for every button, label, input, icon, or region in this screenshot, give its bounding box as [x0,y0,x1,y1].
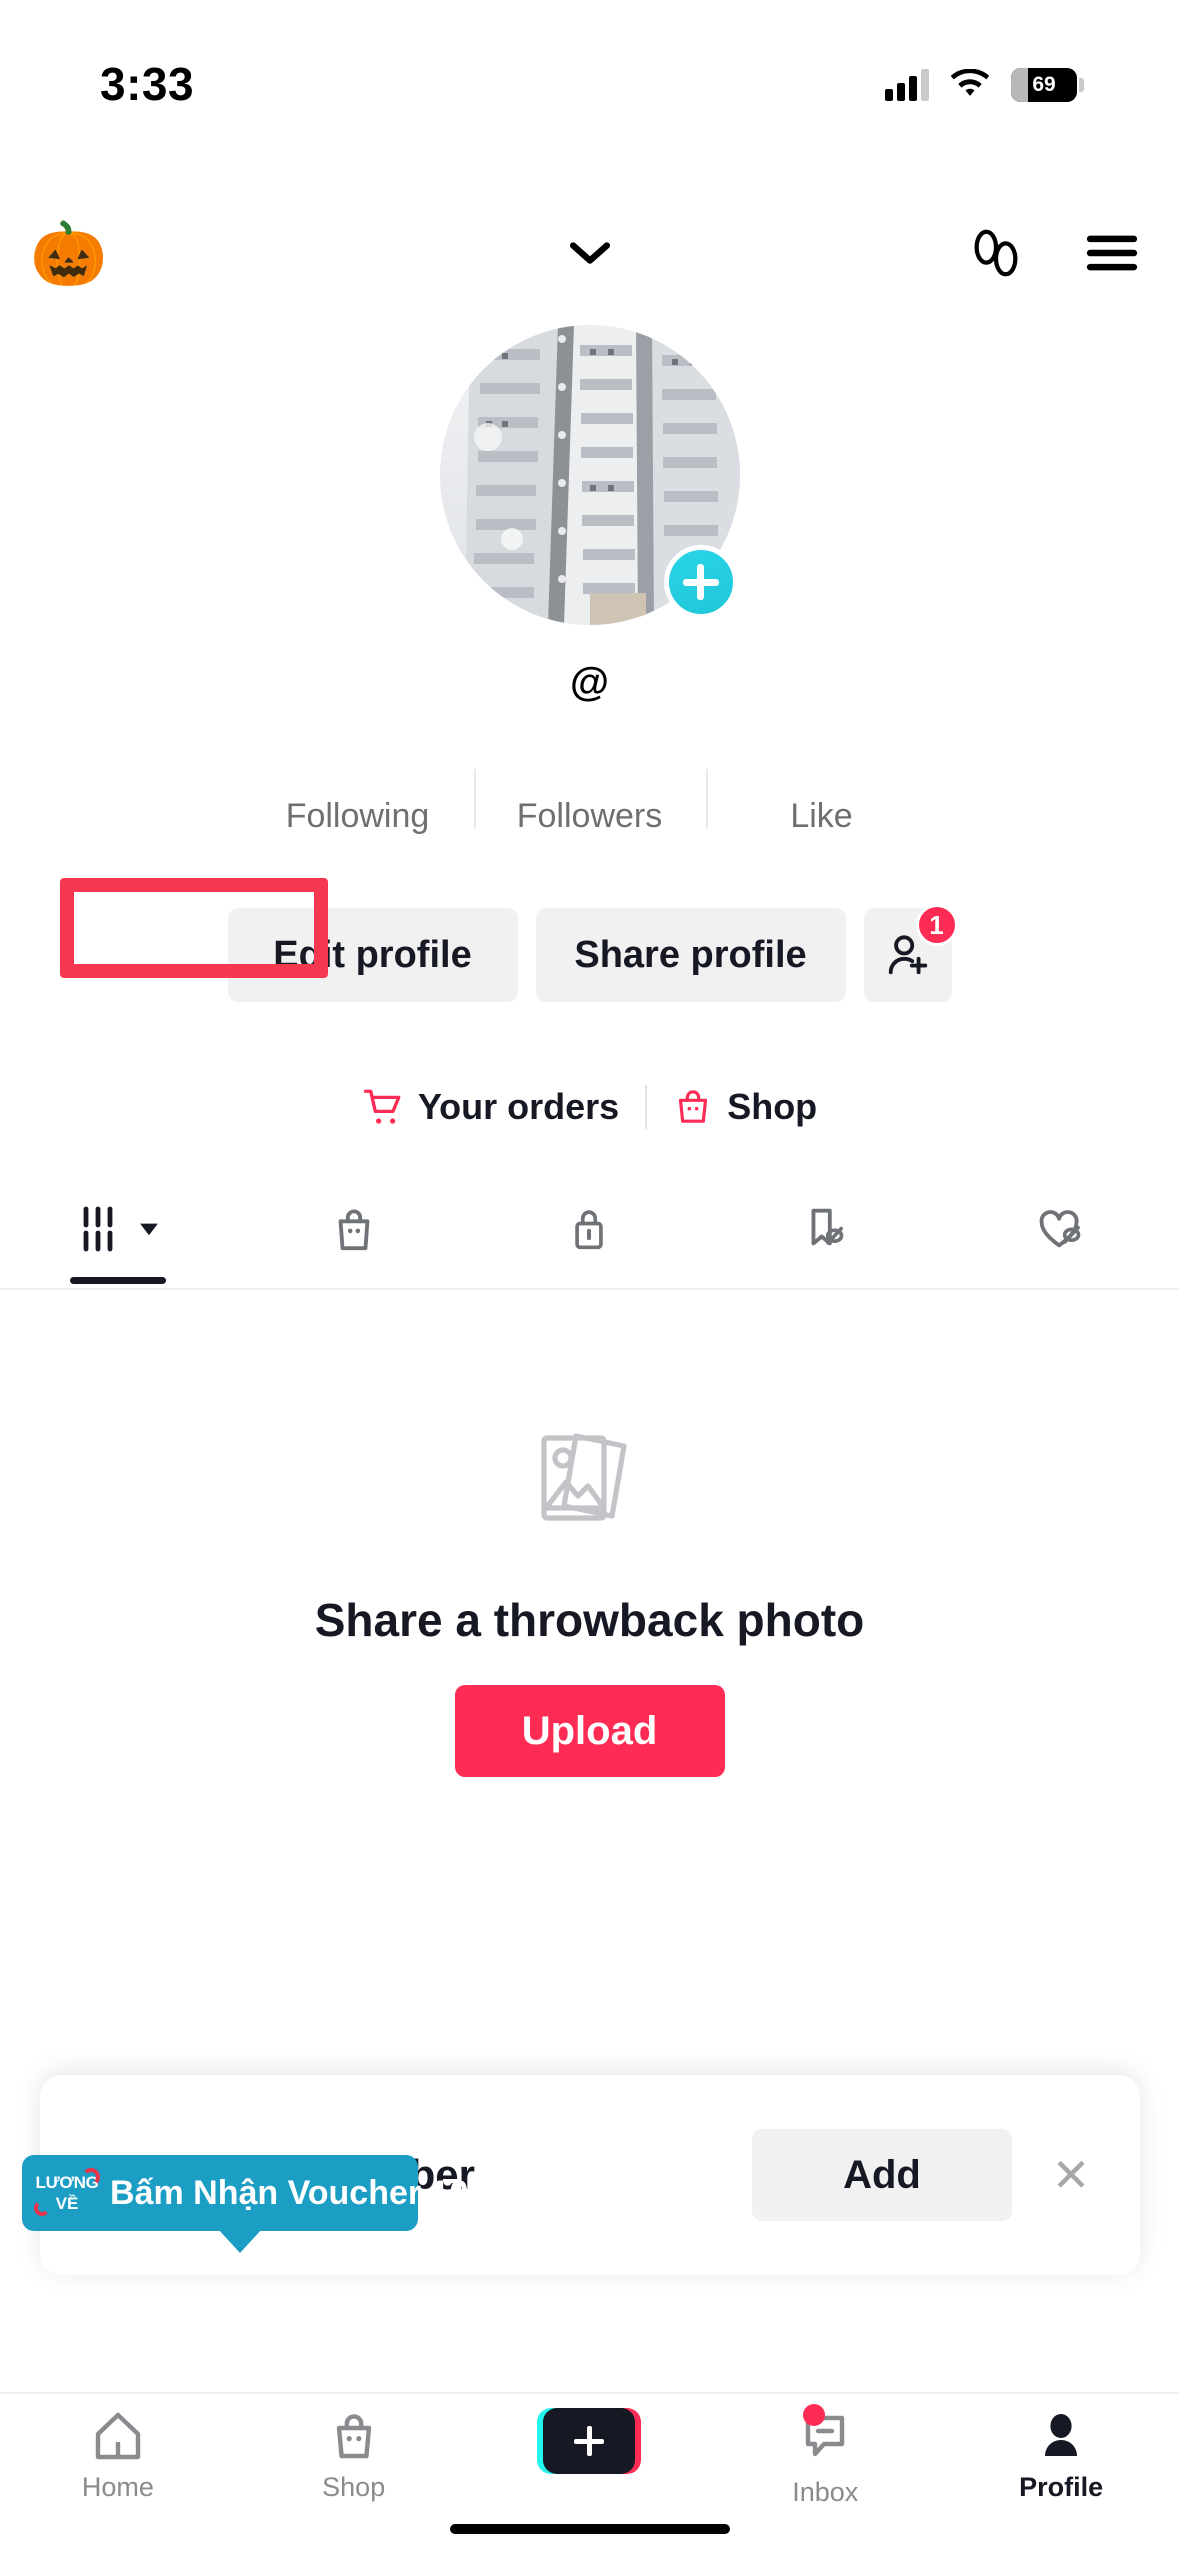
profile-person-icon [1045,2414,1078,2456]
stat-following-label: Following [285,797,430,835]
tab-private[interactable] [472,1170,708,1288]
shop-links-row: Your orders Shop [0,1085,1179,1129]
shopping-bag-icon [679,1090,708,1123]
shopping-bag-icon [338,1209,370,1251]
status-bar-indicators: 69 [885,48,1084,102]
cellular-signal-icon [885,69,929,101]
wifi-icon [950,69,990,96]
create-plus-icon[interactable] [537,2408,642,2474]
shop-link[interactable]: Shop [673,1086,817,1128]
profile-action-buttons: Edit profile Share profile 1 [0,904,1179,1002]
bottom-nav-inbox[interactable]: Inbox [707,2404,943,2508]
close-icon[interactable]: ✕ [1036,2148,1106,2202]
stat-like-label: Like [790,797,853,835]
home-indicator [449,2524,730,2534]
status-bar: 3:33 69 [0,0,1179,150]
shop-label: Shop [727,1086,818,1127]
status-bar-time: 3:33 [100,58,195,110]
stat-following-value [242,747,474,793]
bottom-nav-profile-label: Profile [1019,2472,1104,2502]
add-phone-number-button[interactable]: Add [752,2129,1012,2221]
bookmark-hidden-icon [811,1208,844,1246]
stat-like-value [706,747,938,793]
tab-saved[interactable] [707,1170,943,1288]
bottom-nav-create[interactable] [472,2408,708,2482]
avatar-container[interactable] [439,325,740,625]
stat-followers[interactable]: Followers [473,747,706,850]
your-orders-link[interactable]: Your orders [362,1086,619,1128]
bottom-nav-inbox-label: Inbox [792,2477,859,2507]
bottom-nav-home-label: Home [81,2472,154,2502]
your-orders-label: Your orders [417,1086,620,1127]
top-nav-bar: 🎃 [0,200,1179,310]
bottom-nav-shop[interactable]: Shop [236,2408,472,2503]
tab-shop[interactable] [236,1170,472,1288]
hamburger-menu-icon[interactable] [1083,231,1141,280]
top-nav-right-actions [967,224,1141,287]
footsteps-icon[interactable] [967,224,1025,287]
tabs-separator [0,1288,1179,1290]
bottom-nav-profile[interactable]: Profile [943,2408,1179,2503]
stat-following[interactable]: Following [242,747,474,850]
profile-handle: @ [569,660,609,704]
photo-stack-icon [540,1433,627,1521]
home-icon [95,2412,141,2460]
profile-stats: Following Followers Like [0,720,1179,850]
battery-icon: 69 [1011,68,1084,102]
voucher-tooltip-text: Bấm Nhận Voucher 100K [110,2173,512,2212]
add-friends-badge: 1 [915,904,958,946]
grid-posts-icon [83,1206,113,1252]
tab-posts[interactable] [0,1170,236,1288]
stat-followers-label: Followers [516,797,663,835]
shop-bag-icon [336,2414,371,2459]
content-tabs [0,1170,1179,1288]
stat-followers-value [474,747,706,793]
lock-icon [575,1210,604,1250]
luong-ve-logo-line2: VỀ [55,2194,79,2213]
add-avatar-plus-icon[interactable] [663,545,738,619]
tiktok-profile-screen: 3:33 69 🎃 @ Following Followers Like Edi… [0,0,1179,2556]
voucher-tooltip[interactable]: LƯƠNG VỀ Bấm Nhận Voucher 100K [22,2155,512,2253]
battery-percent: 69 [1032,73,1056,96]
edit-profile-button[interactable]: Edit profile [227,908,518,1002]
empty-state: Share a throwback photo Upload [0,1420,1179,1777]
bottom-nav-home[interactable]: Home [0,2408,236,2503]
bottom-nav-shop-label: Shop [322,2472,386,2502]
stat-like[interactable]: Like [705,747,938,850]
shopping-cart-icon [363,1089,401,1124]
empty-state-title: Share a throwback photo [314,1594,865,1646]
heart-hidden-icon [1039,1210,1081,1248]
caret-down-icon[interactable] [138,1221,160,1237]
share-profile-button[interactable]: Share profile [535,908,846,1002]
shop-links-divider [645,1085,648,1129]
upload-button[interactable]: Upload [454,1685,725,1777]
add-friends-button[interactable]: 1 [863,904,958,1002]
tab-liked[interactable] [943,1170,1179,1288]
luong-ve-logo: LƯƠNG VỀ [34,2164,100,2222]
chevron-down-icon[interactable] [567,238,613,273]
pumpkin-emoji-icon[interactable]: 🎃 [30,224,107,286]
